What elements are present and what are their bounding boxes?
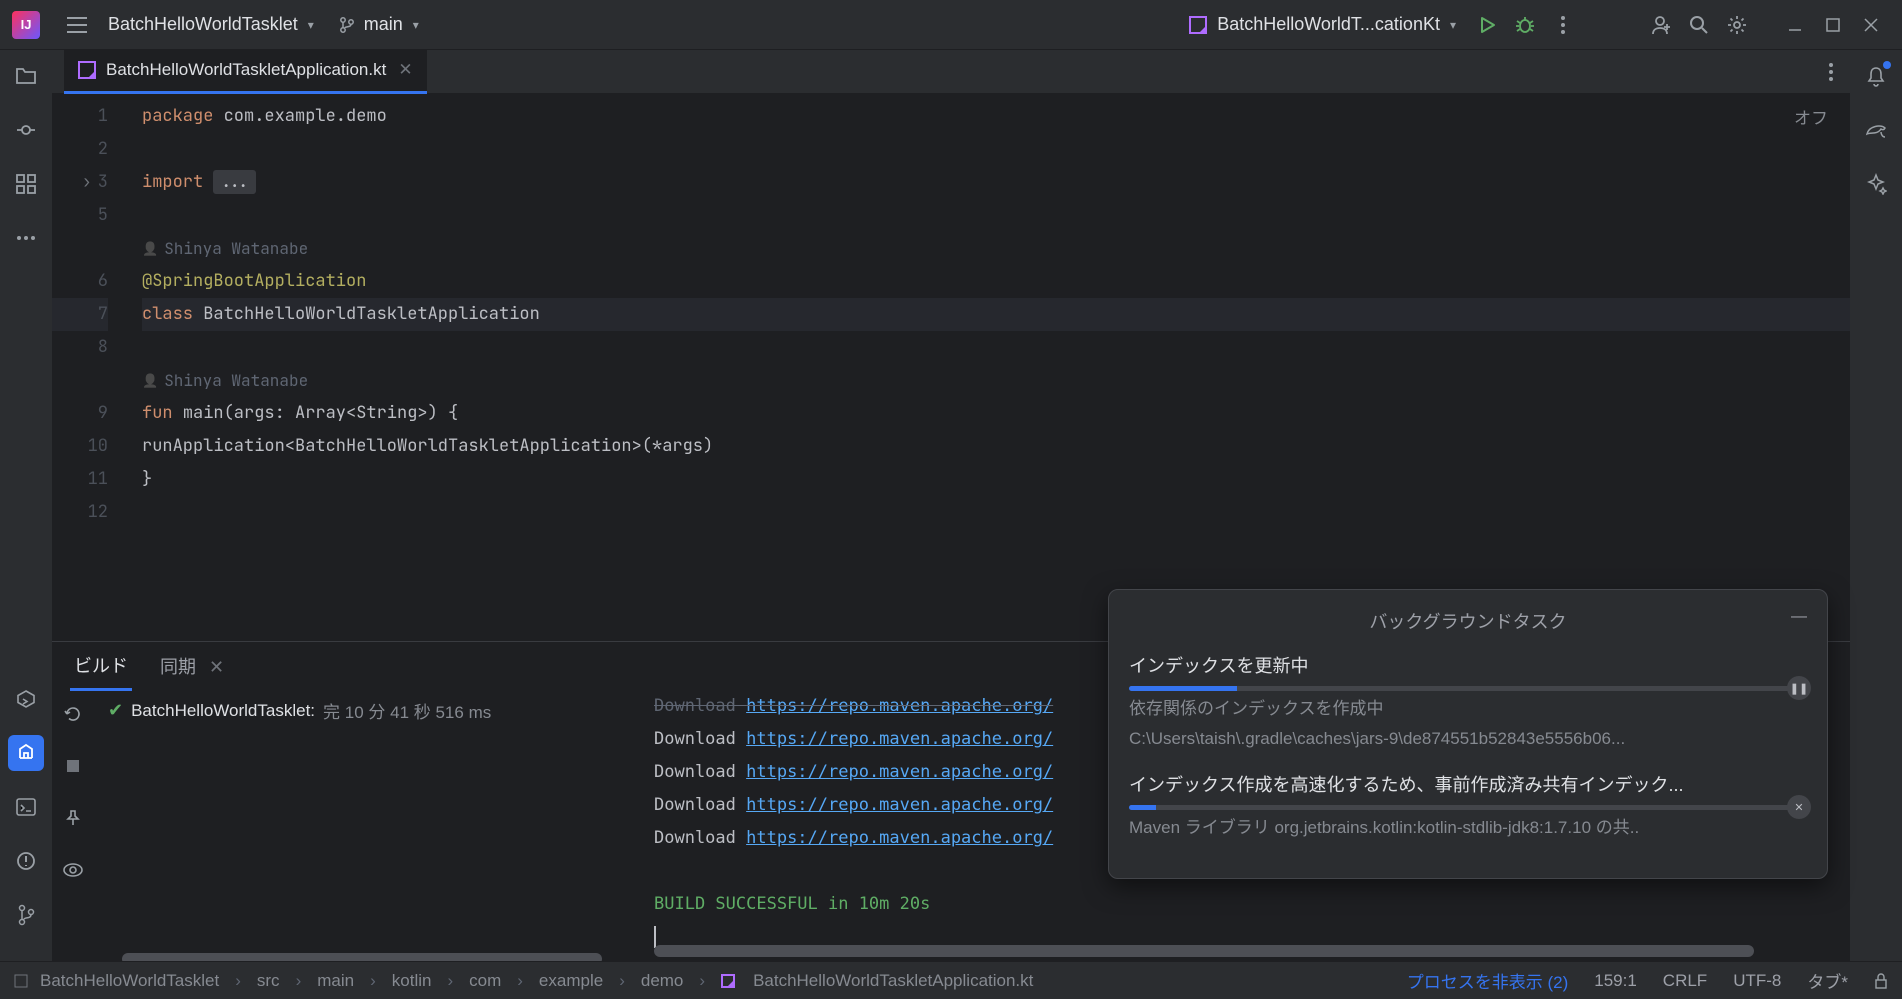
indent-config[interactable]: タブ* (1807, 968, 1848, 993)
build-result-row[interactable]: ✔ BatchHelloWorldTasklet: 完 10 分 41 秒 51… (108, 698, 640, 723)
code-with-me-icon[interactable] (1642, 6, 1680, 44)
cancel-task-icon[interactable]: ✕ (1787, 795, 1811, 819)
editor[interactable]: 1 2 ›3 5 6 7 8 9 10 11 12 package com.ex… (52, 94, 1850, 641)
line-gutter: 1 2 ›3 5 6 7 8 9 10 11 12 (52, 94, 130, 641)
close-tab-icon[interactable]: ✕ (209, 657, 224, 677)
run-config-selector[interactable]: BatchHelloWorldT...cationKt ▾ (1177, 8, 1468, 41)
progress-bar (1129, 805, 1807, 810)
minimize-popup-icon[interactable]: — (1791, 608, 1807, 626)
project-name: BatchHelloWorldTasklet (108, 14, 298, 35)
success-check-icon: ✔ (108, 700, 123, 721)
terminal-tool-icon[interactable] (8, 789, 44, 825)
progress-bar (1129, 686, 1807, 691)
stop-icon[interactable] (55, 748, 91, 784)
more-actions[interactable] (1544, 6, 1582, 44)
run-button[interactable] (1468, 6, 1506, 44)
file-encoding[interactable]: UTF-8 (1733, 971, 1781, 991)
structure-tool-icon[interactable] (8, 166, 44, 202)
inspections-toggle[interactable]: オフ (1794, 104, 1828, 129)
editor-tabs: BatchHelloWorldTaskletApplication.kt ✕ (52, 50, 1850, 94)
left-tool-rail (0, 50, 52, 961)
readonly-lock-icon[interactable] (1874, 973, 1888, 989)
more-tools-icon[interactable] (8, 220, 44, 256)
hamburger-menu[interactable] (58, 6, 96, 44)
branch-selector[interactable]: main ▾ (326, 8, 431, 41)
gradle-tool-icon[interactable] (1858, 112, 1894, 148)
breadcrumbs[interactable]: BatchHelloWorldTasklet› src› main› kotli… (14, 971, 1033, 991)
services-tool-icon[interactable] (8, 681, 44, 717)
code-area[interactable]: package com.example.demo import ... Shin… (130, 94, 1850, 641)
show-icon[interactable] (55, 852, 91, 888)
build-tool-icon[interactable] (8, 735, 44, 771)
maximize-window[interactable] (1814, 6, 1852, 44)
project-tool-icon[interactable] (8, 58, 44, 94)
chevron-down-icon: ▾ (308, 18, 314, 32)
run-config-name: BatchHelloWorldT...cationKt (1217, 14, 1440, 35)
right-tool-rail (1850, 50, 1902, 961)
close-window[interactable] (1852, 6, 1890, 44)
chevron-down-icon: ▾ (1450, 18, 1456, 32)
notifications-icon[interactable] (1858, 58, 1894, 94)
popup-title: バックグラウンドタスク (1129, 608, 1807, 634)
problems-tool-icon[interactable] (8, 843, 44, 879)
ai-assist-icon[interactable] (1858, 166, 1894, 202)
build-tree[interactable]: ✔ BatchHelloWorldTasklet: 完 10 分 41 秒 51… (94, 690, 654, 961)
background-tasks-popup: バックグラウンドタスク — インデックスを更新中 依存関係のインデックスを作成中… (1108, 589, 1828, 879)
close-tab-icon[interactable]: ✕ (398, 60, 412, 80)
tab-sync[interactable]: 同期 ✕ (156, 643, 228, 689)
chevron-down-icon: ▾ (413, 18, 419, 32)
search-everywhere[interactable] (1680, 6, 1718, 44)
task-indexing: インデックスを更新中 依存関係のインデックスを作成中 C:\Users\tais… (1129, 652, 1807, 751)
tab-options-icon[interactable] (1812, 53, 1850, 91)
kotlin-icon (1189, 16, 1207, 34)
minimize-window[interactable] (1776, 6, 1814, 44)
author-annotation: Shinya Watanabe (142, 232, 1850, 265)
title-bar: IJ BatchHelloWorldTasklet ▾ main ▾ Batch… (0, 0, 1902, 50)
pause-task-icon[interactable]: ❚❚ (1787, 676, 1811, 700)
status-bar: BatchHelloWorldTasklet› src› main› kotli… (0, 961, 1902, 999)
vcs-tool-icon[interactable] (8, 897, 44, 933)
tab-filename: BatchHelloWorldTaskletApplication.kt (106, 60, 386, 80)
pin-icon[interactable] (55, 800, 91, 836)
caret-position[interactable]: 159:1 (1594, 971, 1637, 991)
line-separator[interactable]: CRLF (1663, 971, 1707, 991)
task-shared-index: インデックス作成を高速化するため、事前作成済み共有インデック... Maven … (1129, 771, 1807, 840)
rerun-icon[interactable] (55, 696, 91, 732)
kotlin-icon (721, 974, 735, 988)
tab-build[interactable]: ビルド (70, 642, 132, 691)
author-annotation: Shinya Watanabe (142, 364, 1850, 397)
settings-icon[interactable] (1718, 6, 1756, 44)
editor-tab-active[interactable]: BatchHelloWorldTaskletApplication.kt ✕ (64, 50, 427, 94)
kotlin-icon (78, 61, 96, 79)
app-logo: IJ (12, 11, 40, 39)
project-selector[interactable]: BatchHelloWorldTasklet ▾ (96, 8, 326, 41)
commit-tool-icon[interactable] (8, 112, 44, 148)
branch-name: main (364, 14, 403, 35)
debug-button[interactable] (1506, 6, 1544, 44)
bg-process-link[interactable]: プロセスを非表示 (2) (1407, 968, 1569, 993)
